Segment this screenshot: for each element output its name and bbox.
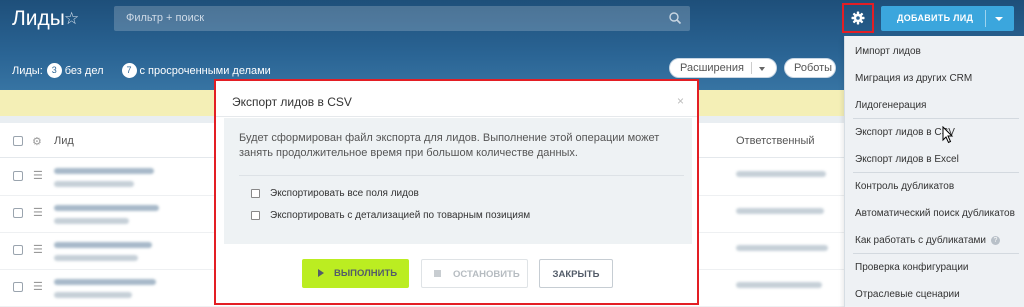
settings-highlight <box>842 3 874 33</box>
all-fields-label[interactable]: Экспортировать все поля лидов <box>270 188 419 199</box>
blurred-text <box>54 181 134 187</box>
chevron-down-icon[interactable] <box>995 17 1003 21</box>
menu-divider <box>853 118 1019 119</box>
blurred-text <box>736 282 822 288</box>
robots-label: Роботы <box>794 62 833 74</box>
stop-label: ОСТАНОВИТЬ <box>453 269 520 280</box>
blurred-text <box>54 168 154 174</box>
dialog-divider <box>216 116 697 117</box>
dialog-title: Экспорт лидов в CSV <box>232 95 352 109</box>
mouse-cursor-icon <box>942 126 954 144</box>
gear-icon[interactable] <box>848 9 868 27</box>
menu-item-migration[interactable]: Миграция из других CRM <box>855 73 972 84</box>
duplicates-help-label: Как работать с дубликатами <box>855 235 986 246</box>
row-menu-icon[interactable]: ☰ <box>33 280 43 293</box>
menu-item-auto-duplicates[interactable]: Автоматический поиск дубликатов <box>855 208 1015 219</box>
menu-item-config-check[interactable]: Проверка конфигурации <box>855 262 969 273</box>
no-tasks-link[interactable]: без дел <box>65 65 104 77</box>
help-icon[interactable]: ? <box>990 236 1000 245</box>
blurred-text <box>54 279 156 285</box>
no-tasks-count-badge[interactable]: 3 <box>46 63 62 78</box>
filter-search-input[interactable]: Фильтр + поиск <box>114 6 690 31</box>
blurred-text <box>736 245 828 251</box>
column-lead[interactable]: Лид <box>54 135 74 147</box>
add-lead-button[interactable]: ДОБАВИТЬ ЛИД <box>881 6 1014 31</box>
extensions-button[interactable]: Расширения <box>669 58 777 78</box>
body-divider <box>239 175 684 176</box>
counters-label: Лиды: <box>12 64 43 77</box>
stop-icon <box>434 270 441 277</box>
select-all-checkbox[interactable] <box>13 136 23 146</box>
export-csv-dialog: Экспорт лидов в CSV × Будет сформирован … <box>214 79 699 305</box>
menu-divider <box>853 253 1019 254</box>
product-details-checkbox[interactable] <box>251 211 260 220</box>
page-title: Лиды <box>12 7 65 30</box>
row-checkbox[interactable] <box>13 245 23 255</box>
blurred-text <box>736 208 824 214</box>
close-label: ЗАКРЫТЬ <box>552 269 600 280</box>
run-label: ВЫПОЛНИТЬ <box>334 268 398 279</box>
column-settings-icon[interactable]: ⚙ <box>32 135 42 148</box>
menu-item-import[interactable]: Импорт лидов <box>855 46 921 57</box>
row-checkbox[interactable] <box>13 282 23 292</box>
favorite-star-icon[interactable]: ☆ <box>64 9 79 29</box>
menu-item-duplicates-help[interactable]: Как работать с дубликатами? <box>855 235 1000 246</box>
menu-item-industry-scenarios[interactable]: Отраслевые сценарии <box>855 289 960 300</box>
dialog-body: Будет сформирован файл экспорта для лидо… <box>224 118 692 244</box>
blurred-text <box>54 205 159 211</box>
close-icon[interactable]: × <box>677 94 684 108</box>
robots-button[interactable]: Роботы <box>784 58 836 78</box>
row-menu-icon[interactable]: ☰ <box>33 206 43 219</box>
menu-item-duplicate-control[interactable]: Контроль дубликатов <box>855 181 954 192</box>
row-checkbox[interactable] <box>13 208 23 218</box>
run-button[interactable]: ВЫПОЛНИТЬ <box>302 259 409 288</box>
chevron-down-icon[interactable] <box>759 67 765 71</box>
blurred-text <box>54 218 129 224</box>
play-icon <box>318 269 324 277</box>
settings-menu: Импорт лидов Миграция из других CRM Лидо… <box>844 36 1024 307</box>
overdue-count-badge[interactable]: 7 <box>121 63 137 78</box>
menu-item-export-excel[interactable]: Экспорт лидов в Excel <box>855 154 959 165</box>
add-lead-divider <box>985 10 986 27</box>
all-fields-checkbox[interactable] <box>251 189 260 198</box>
menu-divider <box>853 172 1019 173</box>
row-checkbox[interactable] <box>13 171 23 181</box>
extensions-label: Расширения <box>680 62 744 74</box>
lead-counters: Лиды: 3 без дел 7 с просроченными делами <box>12 63 271 78</box>
row-menu-icon[interactable]: ☰ <box>33 169 43 182</box>
blurred-text <box>736 171 826 177</box>
row-menu-icon[interactable]: ☰ <box>33 243 43 256</box>
close-button[interactable]: ЗАКРЫТЬ <box>539 259 613 288</box>
extensions-divider <box>751 62 752 74</box>
blurred-text <box>54 242 152 248</box>
blurred-text <box>54 292 132 298</box>
menu-item-export-csv[interactable]: Экспорт лидов в CSV <box>855 127 955 138</box>
menu-item-leadgen[interactable]: Лидогенерация <box>855 100 926 111</box>
dialog-description: Будет сформирован файл экспорта для лидо… <box>239 132 660 159</box>
blurred-text <box>54 255 138 261</box>
product-details-label[interactable]: Экспортировать с детализацией по товарны… <box>270 210 530 221</box>
search-icon[interactable] <box>668 11 682 25</box>
search-placeholder: Фильтр + поиск <box>126 12 205 24</box>
stop-button[interactable]: ОСТАНОВИТЬ <box>421 259 528 288</box>
column-responsible[interactable]: Ответственный <box>736 135 815 147</box>
add-lead-label: ДОБАВИТЬ ЛИД <box>897 13 974 23</box>
overdue-link[interactable]: с просроченными делами <box>140 65 271 77</box>
